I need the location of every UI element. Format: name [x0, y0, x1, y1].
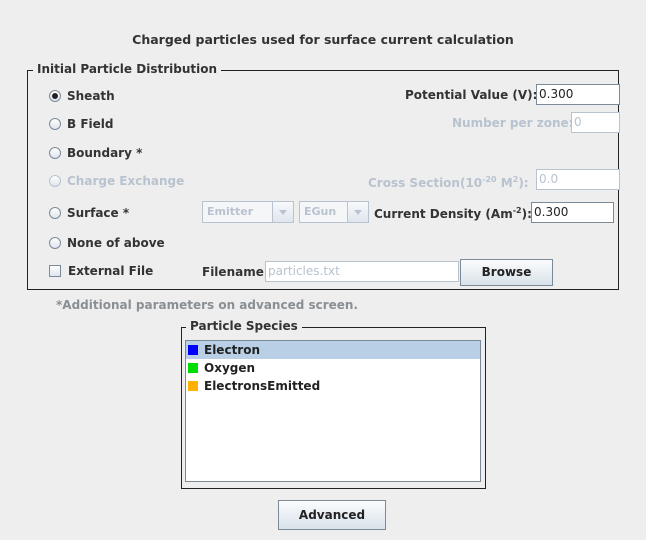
list-item-label: Electron — [204, 343, 261, 357]
advanced-button[interactable]: Advanced — [278, 500, 386, 530]
cross-section-label-suffix: ): — [518, 176, 529, 190]
advanced-note: *Additional parameters on advanced scree… — [56, 298, 359, 312]
cross-section-exp1: -20 — [482, 175, 497, 184]
external-file-checkbox[interactable] — [49, 265, 61, 277]
initial-distribution-legend: Initial Particle Distribution — [33, 62, 221, 76]
radio-charge-exchange-indicator[interactable] — [49, 175, 61, 187]
cross-section-label-prefix: Cross Section(10 — [368, 176, 483, 190]
external-file-checkbox-row[interactable]: External File — [49, 263, 153, 279]
radio-surface[interactable]: Surface * — [49, 205, 129, 221]
emitter-combo[interactable]: Emitter — [202, 201, 294, 223]
external-file-label: External File — [68, 264, 154, 278]
particle-species-list[interactable]: Electron Oxygen ElectronsEmitted — [185, 340, 481, 482]
particle-species-legend: Particle Species — [186, 319, 302, 333]
species-color-swatch — [188, 345, 198, 355]
cross-section-input[interactable]: 0.0 — [536, 169, 620, 190]
list-item-label: ElectronsEmitted — [204, 379, 321, 393]
number-per-zone-input[interactable]: 0 — [571, 112, 620, 133]
radio-boundary[interactable]: Boundary * — [49, 145, 142, 161]
radio-boundary-label: Boundary * — [67, 146, 143, 160]
potential-input[interactable]: 0.300 — [536, 84, 620, 105]
radio-b-field-label: B Field — [67, 117, 114, 131]
browse-button[interactable]: Browse — [460, 259, 553, 286]
emitter-combo-value: Emitter — [207, 205, 254, 218]
radio-charge-exchange[interactable]: Charge Exchange — [49, 173, 184, 189]
chevron-down-icon[interactable] — [272, 202, 293, 222]
radio-none-of-above-indicator[interactable] — [49, 237, 61, 249]
list-item-electrons-emitted[interactable]: ElectronsEmitted — [186, 377, 480, 395]
cross-section-label: Cross Section(10-20 M2): — [368, 175, 529, 190]
radio-surface-indicator[interactable] — [49, 207, 61, 219]
list-item-label: Oxygen — [204, 361, 256, 375]
radio-none-of-above[interactable]: None of above — [49, 235, 165, 251]
page-title: Charged particles used for surface curre… — [132, 32, 514, 47]
radio-b-field-indicator[interactable] — [49, 118, 61, 130]
current-density-exp: -2 — [512, 206, 522, 215]
egun-combo-value: EGun — [304, 205, 337, 218]
current-density-label: Current Density (Am-2): — [374, 206, 532, 221]
filename-input[interactable]: particles.txt — [265, 261, 459, 282]
number-per-zone-label: Number per zone: — [452, 116, 574, 130]
radio-charge-exchange-label: Charge Exchange — [67, 174, 185, 188]
radio-sheath-indicator[interactable] — [49, 90, 61, 102]
potential-label: Potential Value (V): — [405, 88, 538, 102]
radio-b-field[interactable]: B Field — [49, 116, 113, 132]
radio-boundary-indicator[interactable] — [49, 147, 61, 159]
egun-combo[interactable]: EGun — [299, 201, 369, 223]
radio-none-of-above-label: None of above — [67, 236, 165, 250]
chevron-down-icon[interactable] — [347, 202, 368, 222]
species-color-swatch — [188, 363, 198, 373]
current-density-input[interactable]: 0.300 — [531, 202, 614, 223]
radio-sheath-label: Sheath — [67, 89, 115, 103]
filename-label: Filename: — [202, 265, 269, 279]
species-color-swatch — [188, 381, 198, 391]
radio-sheath[interactable]: Sheath — [49, 88, 115, 104]
list-item-oxygen[interactable]: Oxygen — [186, 359, 480, 377]
current-density-label-prefix: Current Density (Am — [374, 207, 513, 221]
radio-surface-label: Surface * — [67, 206, 130, 220]
list-item-electron[interactable]: Electron — [186, 341, 480, 359]
cross-section-label-mid: M — [496, 176, 513, 190]
